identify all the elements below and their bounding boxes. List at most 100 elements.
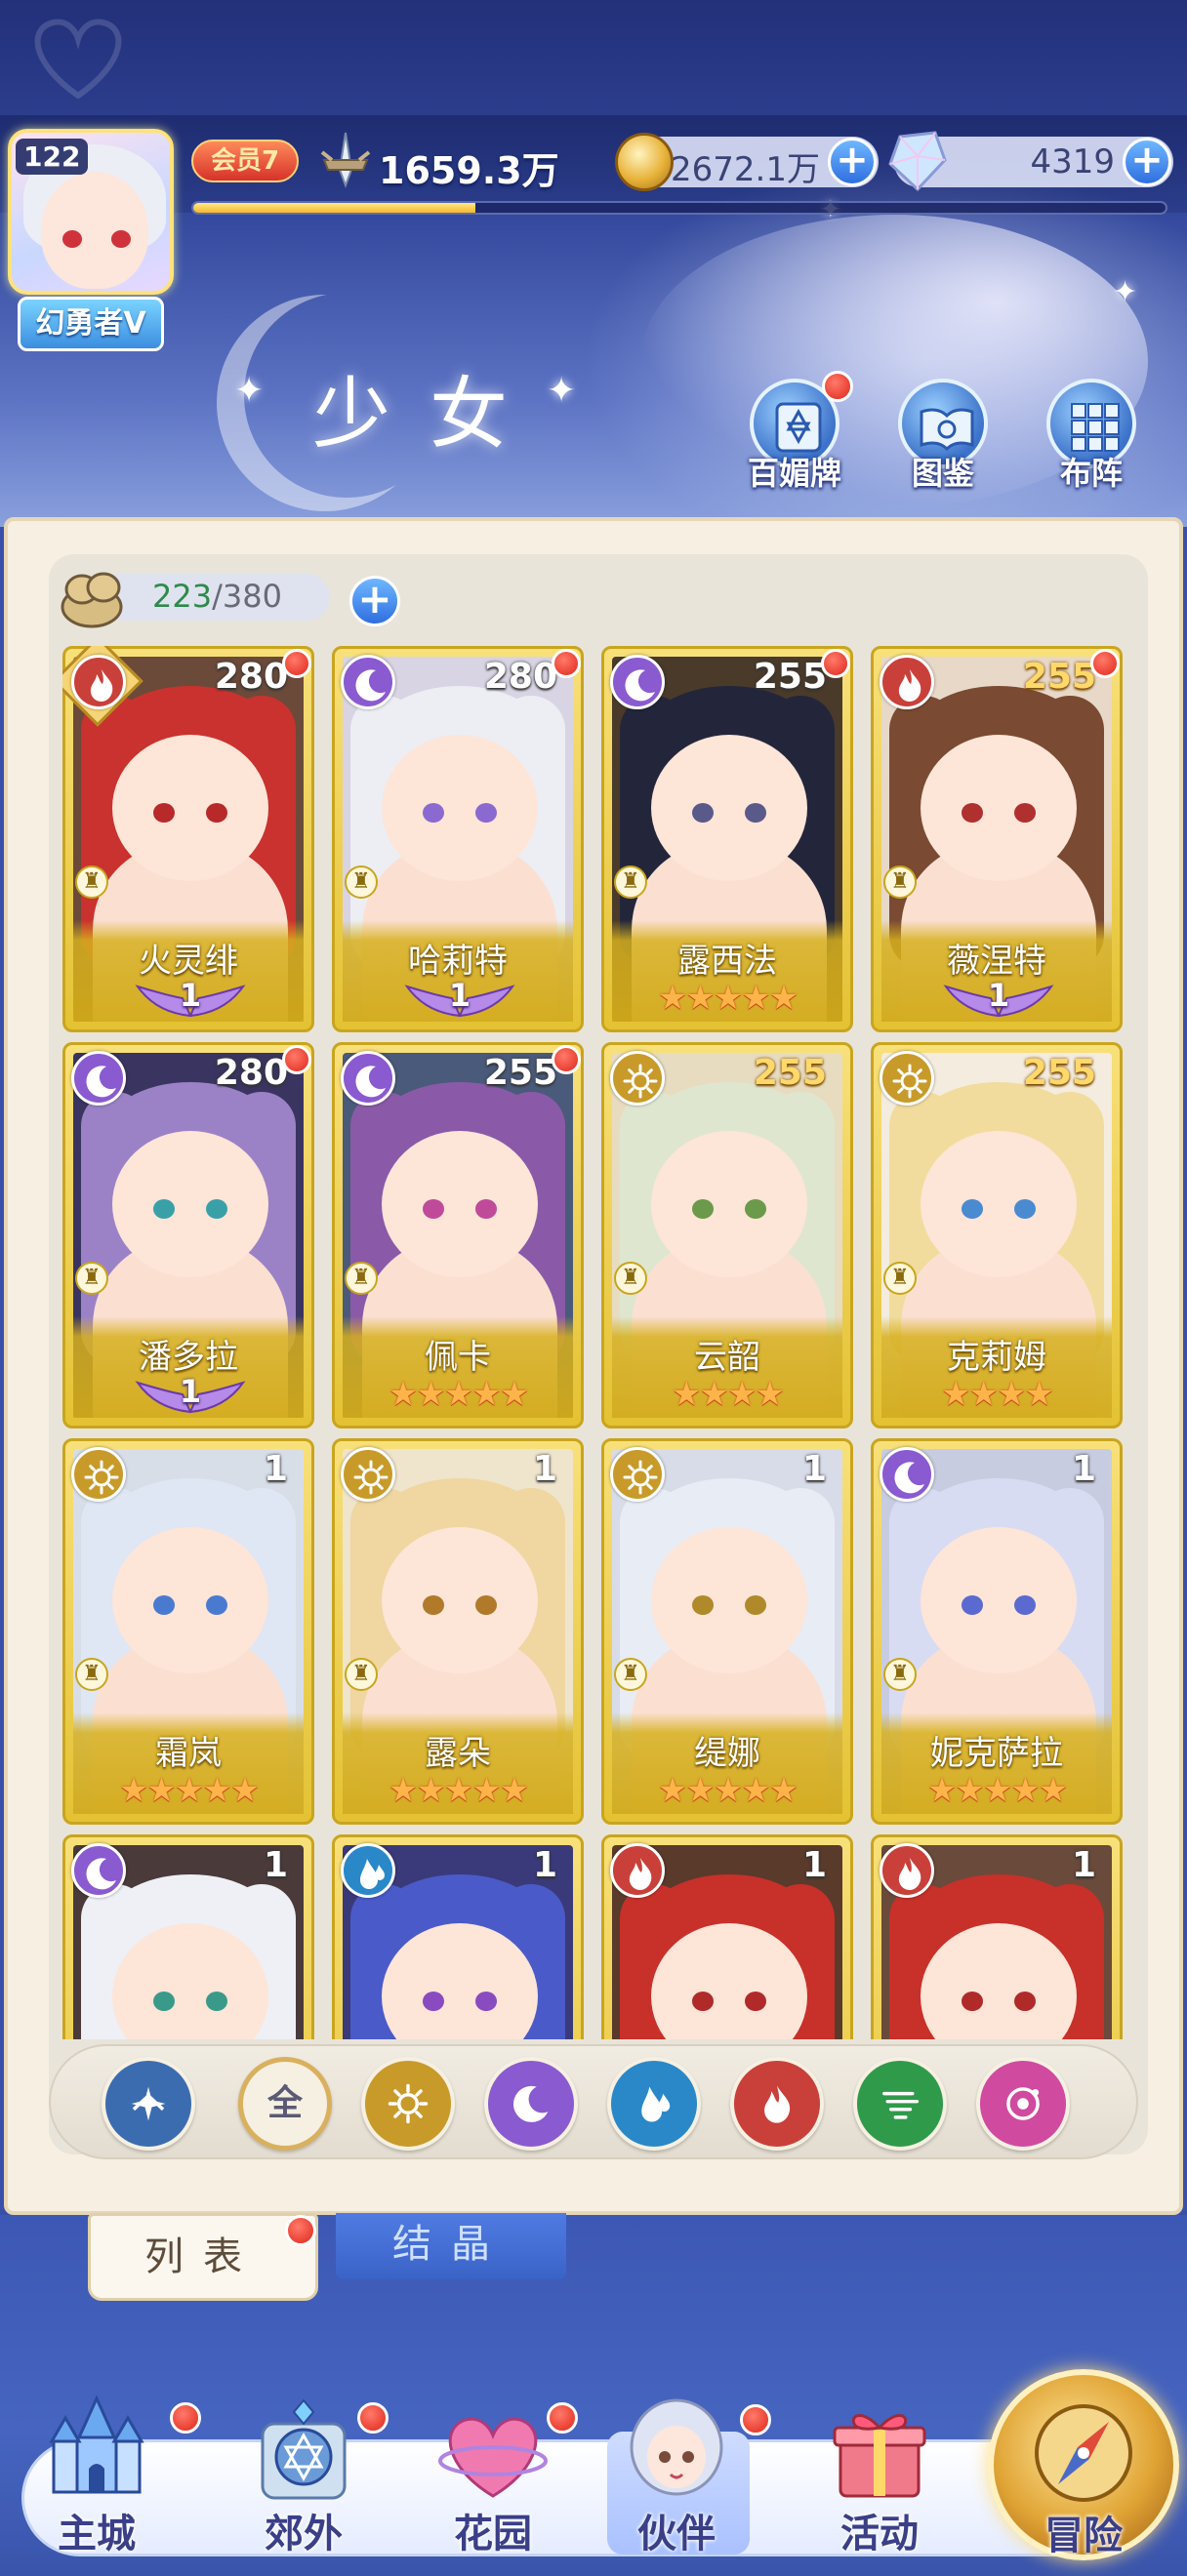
buzhen-button[interactable]: 布阵 (1033, 379, 1150, 496)
partner-card[interactable]: 1 (601, 1834, 853, 2039)
filter-moon-button[interactable] (484, 2057, 578, 2151)
gem-value: 4319 (1030, 142, 1115, 181)
partner-level: 1 (263, 1449, 288, 1489)
partner-level: 1 (1071, 1449, 1096, 1489)
chess-piece-icon: ♜ (883, 865, 917, 899)
awaken-wings-badge: 1 (132, 977, 249, 1020)
star-rating: ★★★★★ (926, 1771, 1068, 1810)
filter-wind-button[interactable] (853, 2057, 947, 2151)
hexagram-card-icon (775, 402, 822, 453)
combat-power-sword-icon (320, 132, 371, 188)
filter-orb-button[interactable] (976, 2057, 1070, 2151)
nav-garden[interactable]: 花园 (410, 2393, 578, 2558)
partner-card[interactable]: 255 ♜ 佩卡 ★★★★★ (332, 1042, 584, 1429)
add-gold-button[interactable]: + (828, 138, 877, 186)
partner-card-grid: 280 ♜ 火灵绯 1 280 ♜ 哈莉特 1 255 ♜ 露西法 ★★★★★ … (62, 646, 1136, 2039)
awaken-level: 1 (179, 1373, 202, 1410)
sun-element-icon (71, 1447, 126, 1502)
moon-element-icon (880, 1447, 934, 1502)
fire-element-icon (880, 1843, 934, 1898)
player-title-badge[interactable]: 幻勇者V (18, 297, 164, 351)
partner-card[interactable]: 255 ♜ 克莉姆 ★★★★ (871, 1042, 1123, 1429)
partner-card[interactable]: 255 ♜ 薇涅特 1 (871, 646, 1123, 1032)
awaken-wings-badge: 1 (132, 1373, 249, 1416)
tujian-button[interactable]: 图鉴 (884, 379, 1002, 496)
notification-dot (552, 649, 581, 678)
partner-card[interactable]: 255 ♜ 云韶 ★★★★ (601, 1042, 853, 1429)
nav-suburb[interactable]: 郊外 (221, 2393, 389, 2558)
partner-name: 露朵 (425, 1734, 491, 1773)
notification-dot (822, 371, 853, 402)
nav-adventure[interactable]: 冒险 (988, 2369, 1179, 2560)
partner-name: 克莉姆 (947, 1338, 1046, 1377)
notification-dot (821, 649, 850, 678)
nav-activity[interactable]: 活动 (797, 2393, 962, 2558)
gold-resource: 2672.1万 + (615, 133, 879, 191)
chess-piece-icon: ♜ (614, 865, 647, 899)
baimeipai-button[interactable]: 百媚牌 (736, 371, 853, 496)
partner-card[interactable]: 1 (332, 1834, 584, 2039)
partner-name: 薇涅特 (947, 942, 1046, 981)
chess-piece-icon: ♜ (75, 865, 108, 899)
filter-fire-button[interactable] (730, 2057, 824, 2151)
star-rating: ★★★★★ (657, 979, 798, 1018)
combat-power: 1659.3万 (318, 132, 562, 192)
gold-coin-icon (615, 133, 674, 191)
filter-all-label: 全 (266, 2083, 303, 2123)
partner-level: 1 (801, 1449, 827, 1489)
sun-element-icon (880, 1051, 934, 1106)
partner-level: 255 (753, 1053, 827, 1093)
vip-badge[interactable]: 会员7 (191, 140, 299, 182)
partner-name: 潘多拉 (139, 1338, 238, 1377)
partner-card[interactable]: 280 ♜ 哈莉特 1 (332, 646, 584, 1032)
partner-name: 佩卡 (425, 1338, 491, 1377)
expand-capacity-button[interactable]: + (349, 576, 400, 626)
partner-card[interactable]: 1 ♜ 缇娜 ★★★★★ (601, 1438, 853, 1825)
filter-all-button[interactable]: 全 (238, 2057, 332, 2151)
partner-card[interactable]: 280 ♜ 火灵绯 1 (62, 646, 314, 1032)
element-filter-bar (49, 2044, 1138, 2159)
tab-list-notification-dot (285, 2215, 316, 2246)
partner-name: 妮克萨拉 (930, 1734, 1063, 1773)
filter-water-button[interactable] (607, 2057, 701, 2151)
gift-box-icon (833, 2414, 926, 2498)
partner-name: 哈莉特 (408, 942, 508, 981)
awaken-wings-badge: 1 (940, 977, 1057, 1020)
filter-star-sword-button[interactable] (102, 2057, 195, 2151)
notification-dot (547, 2402, 578, 2434)
tab-list[interactable]: 列表 (88, 2213, 318, 2301)
sun-element-icon (610, 1447, 665, 1502)
filter-sun-button[interactable] (361, 2057, 455, 2151)
page-title: 少女 (312, 369, 547, 460)
nav-main-city[interactable]: 主城 (14, 2393, 201, 2558)
nav-partner[interactable]: 伙伴 (594, 2393, 771, 2558)
bag-icon (61, 572, 123, 628)
partner-card[interactable]: 1 ♜ 妮克萨拉 ★★★★★ (871, 1438, 1123, 1825)
notification-dot (282, 1045, 311, 1074)
awaken-level: 1 (179, 977, 202, 1014)
add-gem-button[interactable]: + (1123, 138, 1171, 186)
header-background: ✦ ✦ ✦ ✦ (0, 0, 1187, 527)
partner-card[interactable]: 1 (62, 1834, 314, 2039)
partner-card[interactable]: 1 ♜ 露朵 ★★★★★ (332, 1438, 584, 1825)
partner-card[interactable]: 1 ♜ 霜岚 ★★★★★ (62, 1438, 314, 1825)
awaken-level: 1 (448, 977, 471, 1014)
experience-bar (191, 201, 1167, 215)
castle-icon (49, 2395, 144, 2494)
chess-piece-icon: ♜ (75, 1262, 108, 1295)
partner-card[interactable]: 1 (871, 1834, 1123, 2039)
partner-capacity: 223/380 + (57, 564, 400, 628)
tab-crystal[interactable]: 结晶 (336, 2213, 566, 2279)
star-rating: ★★★★★ (657, 1771, 798, 1810)
partner-level: 255 (1022, 1053, 1096, 1093)
partner-girl-icon (630, 2398, 723, 2496)
partner-level: 255 (483, 1053, 557, 1093)
notification-dot (552, 1045, 581, 1074)
partner-card[interactable]: 255 ♜ 露西法 ★★★★★ (601, 646, 853, 1032)
formation-grid-icon (1071, 403, 1120, 452)
crystal-gem-icon (888, 131, 947, 192)
partner-card[interactable]: 280 ♜ 潘多拉 1 (62, 1042, 314, 1429)
awaken-wings-badge: 1 (401, 977, 518, 1020)
star-rating: ★★★★ (941, 1375, 1054, 1414)
partner-level: 280 (214, 657, 288, 697)
